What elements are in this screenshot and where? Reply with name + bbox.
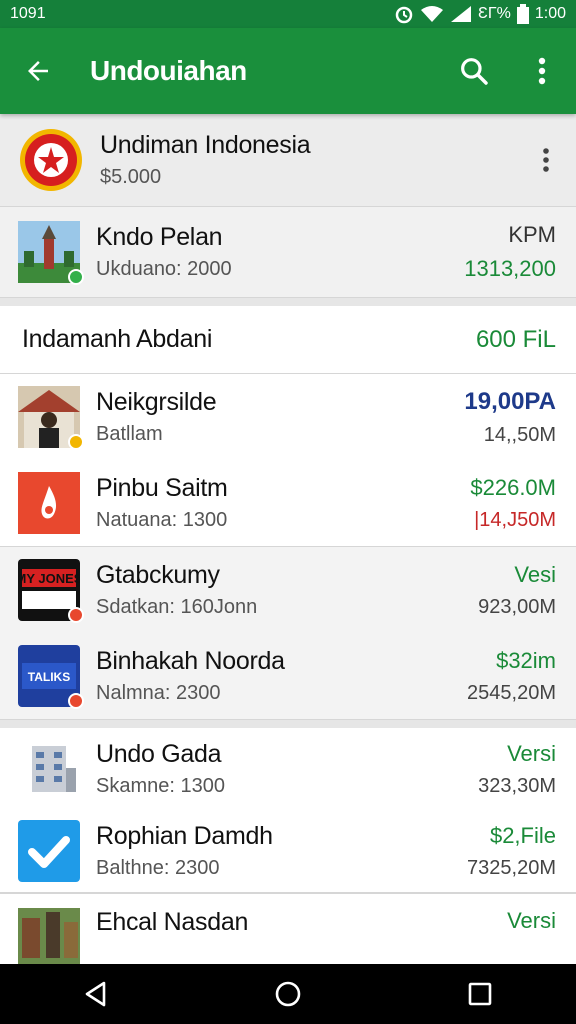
nav-recents-button[interactable] [450, 964, 510, 1024]
system-nav-bar [0, 964, 576, 1024]
item-value: Versi [507, 740, 556, 766]
item-thumb: MY JONES [16, 559, 84, 623]
item-sub: Batllam [96, 423, 163, 445]
item-sub: Skamne: 1300 [96, 775, 225, 797]
section-card-2: MY JONES Gtabckumy Sdatkan: 160Jonn Vesi… [0, 547, 576, 720]
item-size: |14,J50M [474, 508, 556, 531]
item-name: Pinbu Saitm [96, 474, 228, 502]
list-item[interactable]: MY JONES Gtabckumy Sdatkan: 160Jonn Vesi… [0, 547, 576, 633]
top-item-name: Kndo Pelan [96, 223, 223, 251]
item-name: Undo Gada [96, 740, 222, 768]
wifi-icon [421, 6, 444, 22]
search-button[interactable] [440, 28, 508, 114]
nav-back-icon [85, 981, 106, 1007]
section-card-4: Ehcal Nasdan Versi [0, 893, 576, 964]
section-right: 600 FiL [475, 325, 556, 353]
battery-text: ƐΓ% [478, 5, 511, 22]
status-time-left: 1091 [10, 5, 46, 22]
more-vert-icon [538, 57, 546, 85]
item-value: 19,00PA [464, 387, 556, 415]
item-thumb [18, 386, 84, 450]
list-item[interactable]: Neikgrsilde Batllam 19,00PA 14,,50M [0, 374, 576, 460]
list-item[interactable]: Undo Gada Skamne: 1300 Versi 323,30M [0, 728, 576, 810]
battery-icon [516, 4, 529, 24]
top-item-right-bottom: 1313,200 [464, 256, 556, 281]
search-icon [461, 58, 488, 85]
app-bar: Undouiahan [0, 28, 576, 114]
item-name: Binhakah Noorda [96, 647, 285, 675]
list-item[interactable]: TALIKS Binhakah Noorda Nalmna: 2300 $32i… [0, 633, 576, 719]
item-size: 323,30M [478, 774, 556, 797]
item-thumb [18, 908, 80, 964]
signal-icon [451, 6, 472, 22]
nav-home-button[interactable] [258, 964, 318, 1024]
item-sub: Sdatkan: 160Jonn [96, 596, 258, 618]
featured-logo [18, 127, 84, 193]
item-thumb: TALIKS [18, 645, 84, 709]
item-size: 2545,20M [467, 681, 556, 704]
item-name: Gtabckumy [96, 561, 220, 589]
item-size: 14,,50M [483, 423, 556, 446]
alarm-icon [395, 6, 413, 24]
item-thumb [18, 820, 80, 882]
list-item[interactable]: Rophian Damdh Balthne: 2300 $2,File 7325… [0, 810, 576, 892]
featured-more-button[interactable] [536, 140, 556, 180]
list-item[interactable]: Pinbu Saitm Natuana: 1300 $226.0M |14,J5… [0, 460, 576, 546]
featured-name: Undiman Indonesia [100, 131, 311, 159]
item-sub: Nalmna: 2300 [96, 682, 221, 704]
section-header[interactable]: Indamanh Abdani 600 FiL [0, 306, 576, 374]
item-name: Ehcal Nasdan [96, 908, 249, 936]
item-sub: Natuana: 1300 [96, 509, 228, 531]
item-value: $32im [496, 647, 556, 673]
list-item[interactable]: Ehcal Nasdan Versi [0, 894, 576, 964]
item-value: Versi [507, 908, 556, 933]
back-button[interactable] [0, 28, 76, 114]
section-card-1: Indamanh Abdani 600 FiL Neikgrsilde Batl… [0, 306, 576, 547]
item-thumb [18, 472, 80, 534]
item-name: Rophian Damdh [96, 822, 273, 850]
more-options-button[interactable] [508, 28, 576, 114]
top-item-card[interactable]: Kndo Pelan Ukduano: 2000 KPM 1313,200 [0, 207, 576, 298]
item-sub: Balthne: 2300 [96, 857, 220, 879]
thumb-logo-text: MY JONES [18, 571, 80, 586]
top-item-sub: Ukduano: 2000 [96, 258, 232, 280]
item-value: $226.0M [470, 474, 556, 500]
item-value: Vesi [514, 561, 556, 587]
content-list[interactable]: Undiman Indonesia $5.000 Kndo Pelan Ukdu… [0, 114, 576, 964]
back-arrow-icon [28, 61, 48, 81]
top-item-thumb [18, 221, 84, 285]
section-card-3: Undo Gada Skamne: 1300 Versi 323,30M Rop… [0, 728, 576, 893]
featured-price: $5.000 [100, 166, 162, 188]
page-title: Undouiahan [90, 55, 247, 86]
item-size: 7325,20M [467, 856, 556, 879]
nav-back-button[interactable] [66, 964, 126, 1024]
status-icons: ƐΓ% 1:00 [394, 4, 566, 24]
item-thumb [18, 738, 80, 800]
status-clock: 1:00 [534, 5, 566, 22]
item-size: 923,00M [478, 595, 556, 618]
status-bar: 1091 ƐΓ% 1:00 [0, 0, 576, 28]
item-name: Neikgrsilde [96, 388, 217, 416]
nav-recents-icon [468, 982, 492, 1006]
featured-card[interactable]: Undiman Indonesia $5.000 [0, 114, 576, 207]
item-value: $2,File [489, 822, 556, 848]
top-item-right-top: KPM [508, 222, 556, 247]
section-title: Indamanh Abdani [22, 325, 213, 353]
thumb-logo-text: TALIKS [28, 670, 70, 684]
more-vert-icon [543, 148, 549, 172]
nav-home-icon [275, 981, 301, 1007]
